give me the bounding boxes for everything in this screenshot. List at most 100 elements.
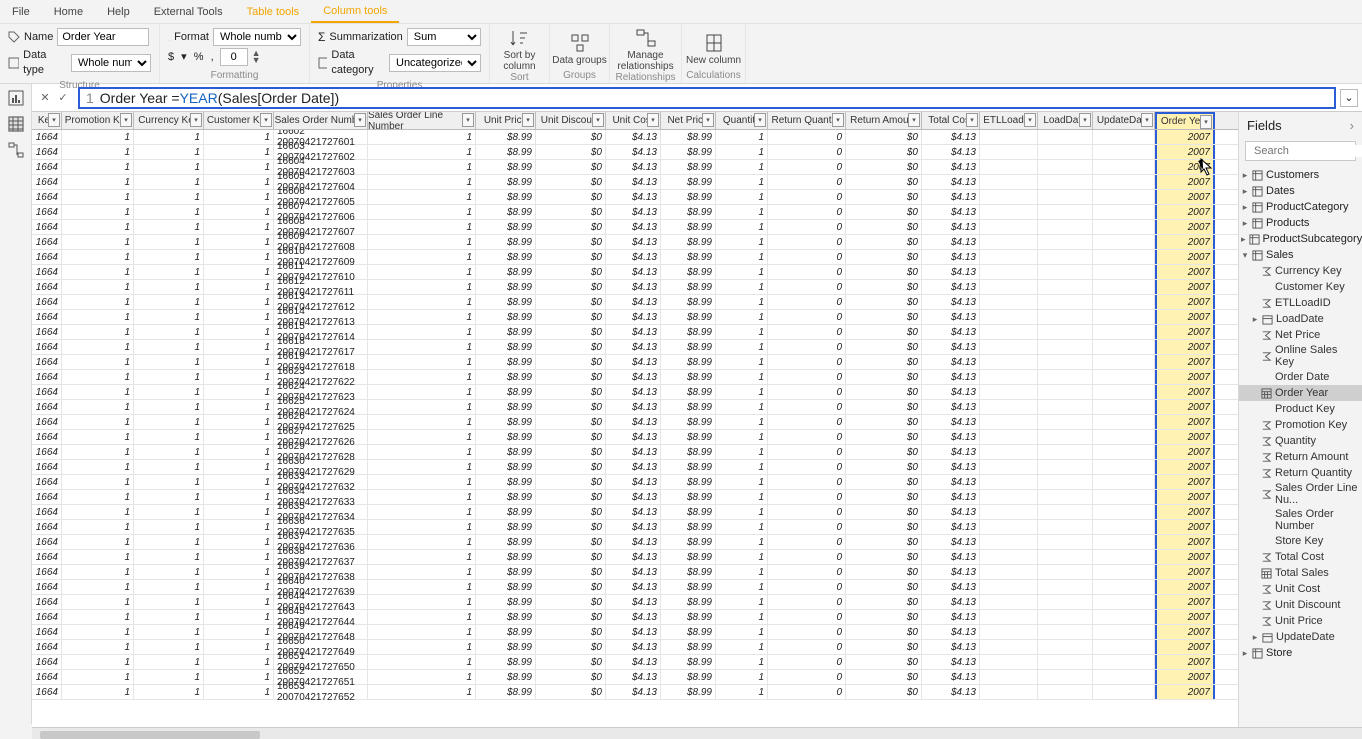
menu-help[interactable]: Help <box>95 2 142 22</box>
table-productsubcategory[interactable]: ProductSubcategory <box>1239 231 1362 247</box>
table-row[interactable]: 166411116602 200704217276011$8.99$0$4.13… <box>32 130 1238 145</box>
table-row[interactable]: 166411116613 200704217276121$8.99$0$4.13… <box>32 295 1238 310</box>
table-row[interactable]: 166411116623 200704217276221$8.99$0$4.13… <box>32 370 1238 385</box>
menu-home[interactable]: Home <box>42 2 95 22</box>
search-input[interactable] <box>1254 145 1362 157</box>
table-row[interactable]: 166411116619 200704217276181$8.99$0$4.13… <box>32 355 1238 370</box>
summarization-select[interactable]: Sum <box>407 28 481 46</box>
col-ramt[interactable]: Return Amount▾ <box>846 112 922 129</box>
spinner-icon[interactable]: ▲▼ <box>252 50 261 64</box>
table-row[interactable]: 166411116603 200704217276021$8.99$0$4.13… <box>32 145 1238 160</box>
col-rqty[interactable]: Return Quantity▾ <box>768 112 846 129</box>
field-unit-cost[interactable]: Unit Cost <box>1239 581 1362 597</box>
name-input[interactable] <box>57 28 149 46</box>
table-row[interactable]: 166411116610 200704217276091$8.99$0$4.13… <box>32 250 1238 265</box>
filter-icon[interactable]: ▾ <box>1079 113 1091 127</box>
table-sales[interactable]: Sales <box>1239 247 1362 263</box>
table-row[interactable]: 166411116609 200704217276081$8.99$0$4.13… <box>32 235 1238 250</box>
field-customer-key[interactable]: Customer Key <box>1239 279 1362 295</box>
col-curr[interactable]: Currency Key▾ <box>134 112 204 129</box>
col-tcost[interactable]: Total Cost▾ <box>922 112 980 129</box>
col-key[interactable]: Key▾ <box>32 112 62 129</box>
field-product-key[interactable]: Product Key <box>1239 401 1362 417</box>
col-udisc[interactable]: Unit Discount▾ <box>536 112 606 129</box>
table-row[interactable]: 166411116649 200704217276481$8.99$0$4.13… <box>32 625 1238 640</box>
table-productcategory[interactable]: ProductCategory <box>1239 199 1362 215</box>
table-row[interactable]: 166411116614 200704217276131$8.99$0$4.13… <box>32 310 1238 325</box>
col-soln[interactable]: Sales Order Line Number▾ <box>368 112 476 129</box>
table-row[interactable]: 166411116605 200704217276041$8.99$0$4.13… <box>32 175 1238 190</box>
table-row[interactable]: 166411116611 200704217276101$8.99$0$4.13… <box>32 265 1238 280</box>
filter-icon[interactable]: ▾ <box>190 113 202 127</box>
menu-column-tools[interactable]: Column tools <box>311 1 399 23</box>
filter-icon[interactable]: ▾ <box>354 113 366 127</box>
table-row[interactable]: 166411116624 200704217276231$8.99$0$4.13… <box>32 385 1238 400</box>
filter-icon[interactable]: ▾ <box>966 113 978 127</box>
table-row[interactable]: 166411116626 200704217276251$8.99$0$4.13… <box>32 415 1238 430</box>
col-etl[interactable]: ETLLoadID▾ <box>980 112 1038 129</box>
table-row[interactable]: 166411116638 200704217276371$8.99$0$4.13… <box>32 550 1238 565</box>
table-row[interactable]: 166411116651 200704217276501$8.99$0$4.13… <box>32 655 1238 670</box>
table-row[interactable]: 166411116652 200704217276511$8.99$0$4.13… <box>32 670 1238 685</box>
fmt-symbols[interactable]: $ ▾ % , <box>168 50 216 65</box>
table-row[interactable]: 166411116625 200704217276241$8.99$0$4.13… <box>32 400 1238 415</box>
table-row[interactable]: 166411116630 200704217276291$8.99$0$4.13… <box>32 460 1238 475</box>
field-promotion-key[interactable]: Promotion Key <box>1239 417 1362 433</box>
grid-body[interactable]: 166411116602 200704217276011$8.99$0$4.13… <box>32 130 1238 713</box>
table-store[interactable]: Store <box>1239 645 1362 661</box>
groups-button[interactable]: Data groups <box>552 28 608 70</box>
filter-icon[interactable]: ▾ <box>1024 113 1036 127</box>
col-qty[interactable]: Quantity▾ <box>716 112 768 129</box>
filter-icon[interactable]: ▾ <box>702 113 714 127</box>
col-oyear[interactable]: Order Year▾ <box>1155 112 1215 129</box>
chevron-right-icon[interactable]: › <box>1350 118 1354 133</box>
formula-expand-button[interactable]: ⌄ <box>1340 89 1358 107</box>
col-uprice[interactable]: Unit Price▾ <box>476 112 536 129</box>
field-order-year[interactable]: Order Year <box>1239 385 1362 401</box>
field-unit-discount[interactable]: Unit Discount <box>1239 597 1362 613</box>
filter-icon[interactable]: ▾ <box>592 113 604 127</box>
col-nprice[interactable]: Net Price▾ <box>661 112 716 129</box>
datacategory-select[interactable]: Uncategorized <box>389 54 481 72</box>
field-net-price[interactable]: Net Price <box>1239 327 1362 343</box>
field-total-sales[interactable]: Total Sales <box>1239 565 1362 581</box>
col-ucost[interactable]: Unit Cost▾ <box>606 112 661 129</box>
table-row[interactable]: 166411116606 200704217276051$8.99$0$4.13… <box>32 190 1238 205</box>
table-row[interactable]: 166411116604 200704217276031$8.99$0$4.13… <box>32 160 1238 175</box>
menu-table-tools[interactable]: Table tools <box>235 2 312 22</box>
col-promo[interactable]: Promotion Key▾ <box>62 112 134 129</box>
filter-icon[interactable]: ▾ <box>260 113 272 127</box>
table-row[interactable]: 166411116634 200704217276331$8.99$0$4.13… <box>32 490 1238 505</box>
field-return-amount[interactable]: Return Amount <box>1239 449 1362 465</box>
table-dates[interactable]: Dates <box>1239 183 1362 199</box>
fields-search[interactable] <box>1245 141 1356 161</box>
filter-icon[interactable]: ▾ <box>120 113 132 127</box>
cancel-formula-button[interactable]: ✕ <box>36 89 54 107</box>
field-loaddate[interactable]: ▸LoadDate <box>1239 311 1362 327</box>
table-row[interactable]: 166411116612 200704217276111$8.99$0$4.13… <box>32 280 1238 295</box>
field-store-key[interactable]: Store Key <box>1239 533 1362 549</box>
newcol-button[interactable]: New column <box>686 28 742 70</box>
filter-icon[interactable]: ▾ <box>522 113 534 127</box>
table-row[interactable]: 166411116650 200704217276491$8.99$0$4.13… <box>32 640 1238 655</box>
field-online-sales-key[interactable]: Online Sales Key <box>1239 343 1362 369</box>
filter-icon[interactable]: ▾ <box>754 113 766 127</box>
table-row[interactable]: 166411116608 200704217276071$8.99$0$4.13… <box>32 220 1238 235</box>
field-unit-price[interactable]: Unit Price <box>1239 613 1362 629</box>
horizontal-scrollbar[interactable] <box>32 727 1362 739</box>
table-row[interactable]: 166411116607 200704217276061$8.99$0$4.13… <box>32 205 1238 220</box>
formula-input[interactable]: 1 Order Year = YEAR ( Sales[Order Date] … <box>78 87 1336 109</box>
datatype-select[interactable]: Whole number <box>71 54 151 72</box>
table-row[interactable]: 166411116644 200704217276431$8.99$0$4.13… <box>32 595 1238 610</box>
filter-icon[interactable]: ▾ <box>48 113 60 127</box>
filter-icon[interactable]: ▾ <box>908 113 920 127</box>
field-etlloadid[interactable]: ETLLoadID <box>1239 295 1362 311</box>
table-row[interactable]: 166411116645 200704217276441$8.99$0$4.13… <box>32 610 1238 625</box>
filter-icon[interactable]: ▾ <box>1141 113 1153 127</box>
format-select[interactable]: Whole number <box>213 28 301 46</box>
col-ldate[interactable]: LoadDate▾ <box>1038 112 1093 129</box>
field-sales-order-line-nu-[interactable]: Sales Order Line Nu... <box>1239 481 1362 507</box>
table-row[interactable]: 166411116637 200704217276361$8.99$0$4.13… <box>32 535 1238 550</box>
menu-file[interactable]: File <box>0 2 42 22</box>
field-updatedate[interactable]: ▸UpdateDate <box>1239 629 1362 645</box>
